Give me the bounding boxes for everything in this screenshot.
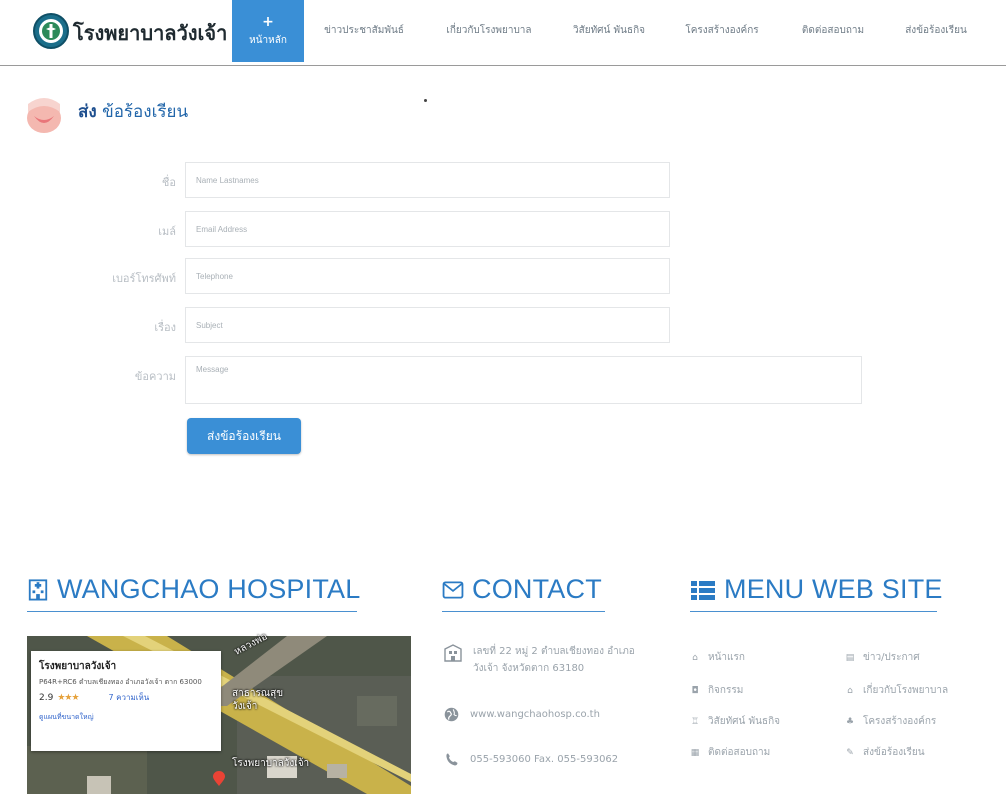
footer-hospital-heading-text: WANGCHAO HOSPITAL bbox=[57, 574, 361, 604]
footer-menu-link-complaint[interactable]: ✎ ส่งข้อร้องเรียน bbox=[845, 745, 925, 760]
name-input[interactable] bbox=[185, 162, 670, 198]
trophy-icon: ♖ bbox=[690, 716, 700, 727]
footer-menu-link-label: เกี่ยวกับโรงพยาบาล bbox=[863, 685, 949, 696]
contact-card-icon: ▦ bbox=[690, 747, 700, 758]
nav-item-label: ส่งข้อร้องเรียน bbox=[905, 25, 967, 36]
hospital-building-icon bbox=[27, 577, 49, 602]
hospital-icon: ⌂ bbox=[847, 685, 853, 696]
news-icon: ▤ bbox=[845, 652, 855, 663]
site-header: โรงพยาบาลวังเจ้า + หน้าหลัก ข่าวประชาสัม… bbox=[0, 0, 1006, 66]
contact-website-link[interactable]: www.wangchaohosp.co.th bbox=[470, 706, 600, 723]
contact-address-line2: วังเจ้า จังหวัดตาก 63180 bbox=[473, 663, 585, 674]
footer-menu-underline bbox=[690, 611, 937, 612]
map-card-larger-map-link[interactable]: ดูแผนที่ขนาดใหญ่ bbox=[39, 712, 213, 723]
contact-phone: 055-593060 Fax. 055-593062 bbox=[443, 751, 618, 774]
page-title-rest: ข้อร้องเรียน bbox=[102, 102, 189, 122]
nav-item-vision[interactable]: วิสัยทัศน์ พันธกิจ bbox=[554, 0, 664, 62]
footer-contact-heading-text: CONTACT bbox=[472, 574, 602, 604]
list-icon bbox=[690, 579, 716, 601]
footer-contact-underline bbox=[442, 611, 605, 612]
camera-icon: ◘ bbox=[691, 685, 699, 696]
hospital-logo-icon[interactable] bbox=[33, 13, 69, 49]
footer-menu-link-about[interactable]: ⌂ เกี่ยวกับโรงพยาบาล bbox=[845, 683, 948, 698]
nav-item-label: หน้าหลัก bbox=[249, 35, 287, 46]
form-row-name: ชื่อ bbox=[0, 162, 1006, 198]
contact-phone-text: 055-593060 Fax. 055-593062 bbox=[470, 754, 619, 765]
footer-menu-link-label: วิสัยทัศน์ พันธกิจ bbox=[708, 716, 780, 727]
footer-menu-link-label: ข่าว/ประกาศ bbox=[863, 652, 920, 663]
footer-menu-link-label: หน้าแรก bbox=[708, 652, 745, 663]
form-row-email: เมล์ bbox=[0, 211, 1006, 247]
nav-item-about[interactable]: เกี่ยวกับโรงพยาบาล bbox=[424, 0, 554, 62]
telephone-input[interactable] bbox=[185, 258, 670, 294]
brand-name[interactable]: โรงพยาบาลวังเจ้า bbox=[73, 17, 227, 49]
footer-menu-link-vision[interactable]: ♖ วิสัยทัศน์ พันธกิจ bbox=[690, 714, 780, 729]
email-label: เมล์ bbox=[158, 225, 176, 238]
envelope-icon bbox=[442, 580, 464, 599]
form-row-message: ข้อความ bbox=[0, 356, 1006, 404]
footer-menu-link-structure[interactable]: ♣ โครงสร้างองค์กร bbox=[845, 714, 936, 729]
footer-menu-link-contact[interactable]: ▦ ติดต่อสอบถาม bbox=[690, 745, 770, 760]
stray-dot bbox=[424, 99, 427, 102]
nav-item-label: วิสัยทัศน์ พันธกิจ bbox=[573, 25, 645, 36]
edit-icon: ✎ bbox=[846, 747, 854, 758]
plus-icon: + bbox=[262, 14, 274, 30]
nav-item-news[interactable]: ข่าวประชาสัมพันธ์ bbox=[304, 0, 424, 62]
footer-menu-link-label: ติดต่อสอบถาม bbox=[708, 747, 771, 758]
footer-menu-link-label: ส่งข้อร้องเรียน bbox=[863, 747, 925, 758]
star-rating-icon: ★★★ bbox=[57, 692, 79, 703]
map-place-label: วังเจ้า bbox=[232, 701, 258, 712]
contact-website: www.wangchaohosp.co.th bbox=[443, 706, 600, 729]
contact-address-line1: เลขที่ 22 หมู่ 2 ตำบลเชียงทอง อำเภอ bbox=[473, 646, 635, 657]
telephone-label: เบอร์โทรศัพท์ bbox=[112, 272, 176, 285]
map-hospital-label: โรงพยาบาลวังเจ้า bbox=[232, 758, 310, 769]
form-row-telephone: เบอร์โทรศัพท์ bbox=[0, 258, 1006, 294]
page-title-prefix: ส่ง bbox=[78, 102, 97, 122]
nav-item-home[interactable]: + หน้าหลัก bbox=[232, 0, 304, 62]
map-card-reviews-link[interactable]: 7 ความเห็น bbox=[109, 691, 150, 704]
main-nav: + หน้าหลัก ข่าวประชาสัมพันธ์ เกี่ยวกับโร… bbox=[232, 0, 986, 62]
message-label: ข้อความ bbox=[134, 370, 176, 383]
nav-item-complaint[interactable]: ส่งข้อร้องเรียน bbox=[886, 0, 986, 62]
submit-complaint-button[interactable]: ส่งข้อร้องเรียน bbox=[187, 418, 301, 454]
building-icon bbox=[443, 643, 463, 669]
footer-menu-heading: MENU WEB SITE bbox=[690, 574, 943, 605]
globe-icon bbox=[443, 706, 460, 729]
sitemap-icon: ♣ bbox=[845, 716, 855, 727]
contact-address: เลขที่ 22 หมู่ 2 ตำบลเชียงทอง อำเภอ วังเ… bbox=[443, 643, 635, 677]
footer-menu-heading-text: MENU WEB SITE bbox=[724, 574, 943, 604]
footer-menu-link-home[interactable]: ⌂ หน้าแรก bbox=[690, 650, 745, 665]
message-textarea[interactable] bbox=[185, 356, 862, 404]
footer-menu-link-label: กิจกรรม bbox=[708, 685, 744, 696]
nav-item-label: ติดต่อสอบถาม bbox=[801, 25, 865, 36]
map-card-address: P64R+RC6 ตำบลเชียงทอง อำเภอวังเจ้า ตาก 6… bbox=[39, 678, 202, 686]
footer-menu-link-activities[interactable]: ◘ กิจกรรม bbox=[690, 683, 743, 698]
nav-item-label: ข่าวประชาสัมพันธ์ bbox=[324, 25, 404, 36]
subject-label: เรื่อง bbox=[154, 321, 176, 334]
subject-input[interactable] bbox=[185, 307, 670, 343]
footer-hospital-heading: WANGCHAO HOSPITAL bbox=[27, 574, 360, 605]
map-card-name: โรงพยาบาลวังเจ้า bbox=[39, 661, 117, 672]
nav-item-label: เกี่ยวกับโรงพยาบาล bbox=[446, 25, 532, 36]
footer-contact-heading: CONTACT bbox=[442, 574, 602, 605]
name-label: ชื่อ bbox=[161, 176, 176, 189]
form-row-subject: เรื่อง bbox=[0, 307, 1006, 343]
footer-menu-link-label: โครงสร้างองค์กร bbox=[863, 716, 937, 727]
page-title: ส่ง ข้อร้องเรียน bbox=[78, 98, 188, 125]
map-info-card: โรงพยาบาลวังเจ้า P64R+RC6 ตำบลเชียงทอง อ… bbox=[31, 651, 221, 751]
complaint-title-icon bbox=[20, 90, 68, 134]
map-pin-icon[interactable] bbox=[211, 771, 227, 787]
map-card-rating-row: 2.9 ★★★ 7 ความเห็น bbox=[39, 691, 213, 704]
nav-item-structure[interactable]: โครงสร้างองค์กร bbox=[664, 0, 780, 62]
nav-item-contact[interactable]: ติดต่อสอบถาม bbox=[780, 0, 886, 62]
nav-item-label: โครงสร้างองค์กร bbox=[685, 25, 759, 36]
phone-icon bbox=[443, 751, 460, 774]
footer-menu-link-news[interactable]: ▤ ข่าว/ประกาศ bbox=[845, 650, 920, 665]
home-icon: ⌂ bbox=[692, 652, 698, 663]
footer-hospital-underline bbox=[27, 611, 357, 612]
map-card-rating: 2.9 bbox=[39, 692, 54, 703]
email-input[interactable] bbox=[185, 211, 670, 247]
